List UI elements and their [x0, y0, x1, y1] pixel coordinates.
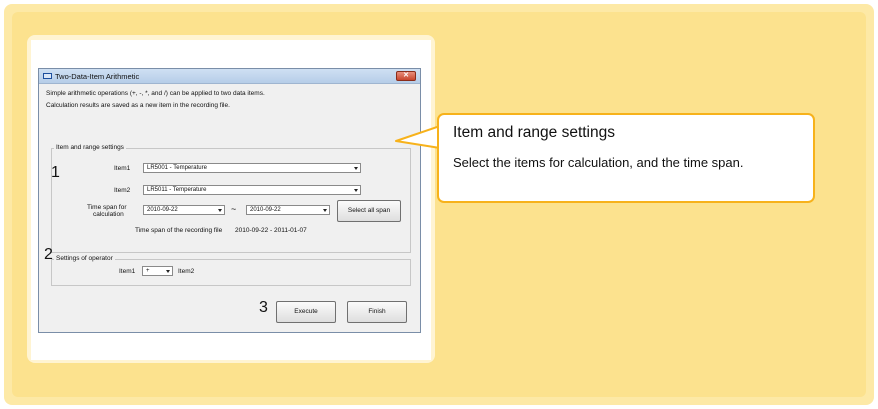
- callout-body: Select the items for calculation, and th…: [453, 155, 744, 170]
- callout-title: Item and range settings: [453, 124, 615, 141]
- callout-pointer: [395, 125, 441, 149]
- callout-box: Item and range settings Select the items…: [437, 113, 815, 203]
